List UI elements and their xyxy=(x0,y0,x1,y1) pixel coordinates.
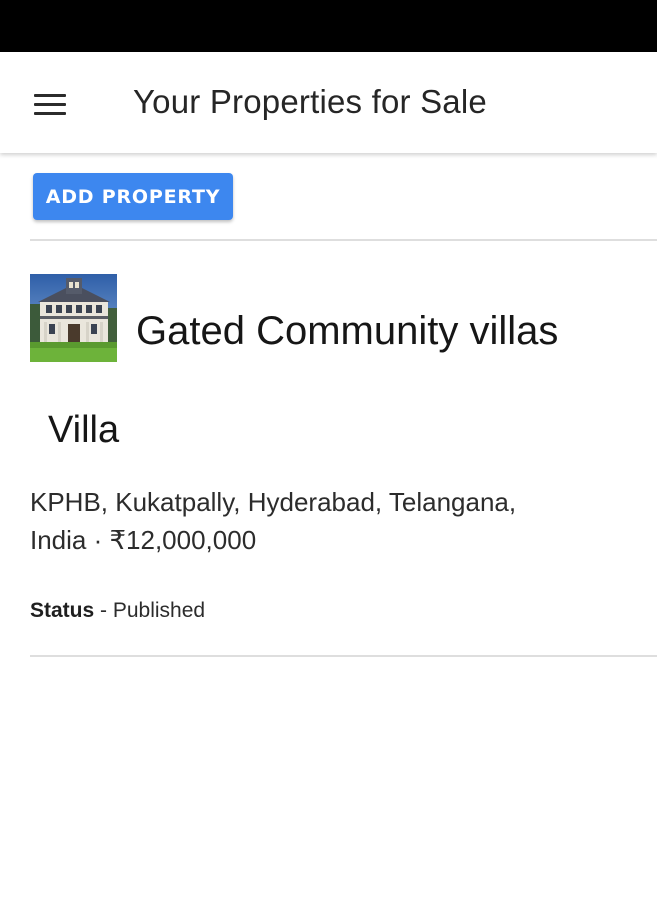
divider xyxy=(30,655,657,657)
address-price-line: India · ₹12,000,000 xyxy=(30,525,257,555)
address-line: KPHB, Kukatpally, Hyderabad, Telangana, xyxy=(30,487,517,517)
property-address-price: KPHB, Kukatpally, Hyderabad, Telangana, … xyxy=(30,483,630,559)
status-separator: - xyxy=(94,599,113,622)
hamburger-menu-icon xyxy=(34,93,66,115)
status-line: Status - Published xyxy=(30,597,205,625)
status-value: Published xyxy=(112,599,206,622)
page-title: Your Properties for Sale xyxy=(133,83,487,120)
system-status-bar xyxy=(0,0,657,52)
property-type: Villa xyxy=(48,409,120,451)
app-bar: Your Properties for Sale xyxy=(0,52,657,153)
property-list-item[interactable]: Gated Community villas Villa KPHB, Kukat… xyxy=(0,241,657,655)
property-name: Gated Community villas xyxy=(136,309,559,353)
add-property-button[interactable]: ADD PROPERTY xyxy=(33,173,233,220)
property-thumbnail-image xyxy=(30,274,117,362)
status-label: Status xyxy=(30,599,95,622)
menu-button[interactable] xyxy=(28,86,72,122)
